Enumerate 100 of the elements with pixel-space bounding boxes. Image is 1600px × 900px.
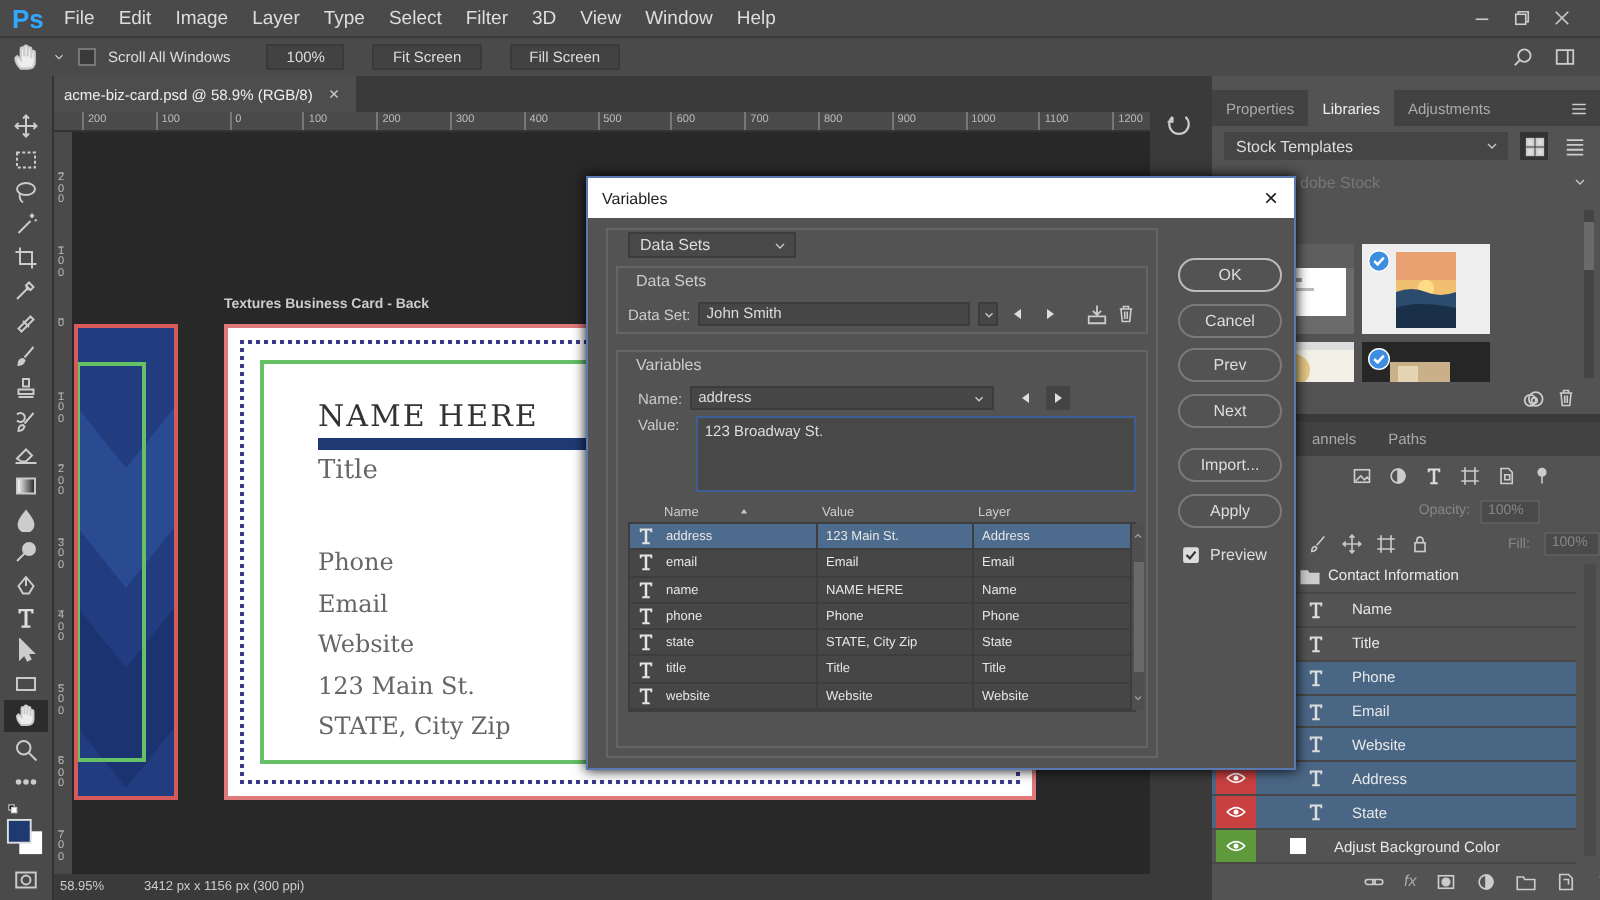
wand-icon [14, 212, 38, 237]
color-fill-thumbnail [1290, 838, 1306, 855]
dialog-button[interactable]: Prev [1178, 348, 1282, 382]
type-icon [14, 606, 38, 631]
type-icon [636, 685, 656, 706]
brush-icon[interactable] [1308, 534, 1328, 554]
cloud-icon[interactable] [1522, 387, 1544, 409]
card-title: Title [318, 456, 378, 488]
close-tab-button[interactable]: × [328, 84, 340, 104]
menu-icon[interactable] [1570, 99, 1588, 117]
type-icon [636, 552, 656, 573]
card-text: Website [318, 628, 415, 660]
import-icon[interactable] [1085, 303, 1108, 325]
type-icon [1306, 633, 1326, 654]
hand-icon [14, 704, 38, 729]
dialog-button[interactable]: OK [1178, 258, 1282, 292]
gradient-icon [14, 474, 38, 499]
mode-dropdown[interactable]: Data Sets [628, 232, 796, 258]
restore-icon[interactable] [1512, 8, 1532, 28]
dialog-button[interactable]: Apply [1178, 493, 1282, 527]
group-heading: Variables [636, 356, 704, 378]
visibility-toggle[interactable] [1216, 796, 1256, 829]
card-name: NAME HERE [318, 398, 539, 434]
scroll-up-icon[interactable] [1132, 530, 1144, 542]
right-triangle-icon [1042, 306, 1059, 322]
checkbox-label: Preview [1210, 546, 1267, 564]
eye-icon [1226, 836, 1246, 857]
trash-icon[interactable] [1556, 388, 1576, 408]
dialog-title: Variables [602, 189, 668, 207]
dialog-button[interactable]: Next [1178, 393, 1282, 427]
type-icon [1306, 701, 1326, 721]
menu-item[interactable]: Window [633, 7, 725, 29]
card-text: Phone [318, 546, 394, 578]
menu-item[interactable]: File [52, 7, 107, 29]
dialog-button[interactable]: Cancel [1178, 303, 1282, 337]
image-icon[interactable] [1352, 465, 1372, 485]
card-text: Email [318, 587, 388, 619]
menu-item[interactable]: Filter [453, 7, 520, 29]
menu-item[interactable]: Select [376, 7, 454, 29]
hand-icon[interactable] [12, 43, 40, 71]
scroll-down-icon[interactable] [1132, 692, 1144, 705]
stamp-icon [14, 376, 38, 401]
zoom-icon [14, 737, 38, 762]
frame-icon[interactable] [1376, 534, 1396, 554]
menu-item[interactable]: Layer [240, 7, 312, 29]
folder-icon[interactable] [1516, 871, 1537, 891]
next-button[interactable] [1046, 386, 1071, 410]
chevron-icon[interactable] [1572, 174, 1588, 190]
frame-icon[interactable] [1460, 465, 1480, 485]
type-icon [636, 579, 656, 600]
scrollbar[interactable] [1584, 210, 1594, 378]
card-text: 123 Main St. [318, 669, 475, 701]
checkbox[interactable] [78, 48, 96, 66]
caret-icon[interactable] [52, 50, 66, 64]
pin-icon[interactable] [1532, 465, 1552, 485]
default-colors-icon[interactable] [8, 804, 22, 819]
menu-item[interactable]: Image [163, 7, 241, 29]
type-icon [1306, 667, 1326, 688]
close-button[interactable]: × [1263, 184, 1278, 212]
brush-icon [14, 343, 38, 368]
menu-item[interactable]: Type [311, 7, 377, 29]
effects-button[interactable]: fx [1404, 872, 1417, 890]
menu-item[interactable]: Help [724, 7, 788, 29]
menu-item[interactable]: View [568, 7, 634, 29]
eyedropper-icon [14, 278, 38, 303]
lock-icon[interactable] [1410, 534, 1430, 554]
checkbox[interactable] [1182, 546, 1200, 564]
visibility-toggle[interactable] [1216, 830, 1256, 863]
chevron-icon [972, 391, 987, 405]
type-icon [636, 659, 656, 680]
dropdown-button[interactable] [978, 302, 999, 326]
type-icon [636, 606, 656, 627]
menu-item[interactable]: 3D [520, 7, 569, 29]
menu-item[interactable]: Edit [106, 7, 164, 29]
half-circle-icon[interactable] [1476, 871, 1497, 891]
document-icon[interactable] [1496, 465, 1516, 485]
mask-icon[interactable] [1436, 871, 1457, 891]
trash-icon[interactable] [1115, 304, 1136, 324]
move-icon [14, 114, 38, 139]
close-icon[interactable] [1552, 8, 1572, 28]
quick-mask-icon[interactable] [14, 868, 38, 893]
half-circle-icon[interactable] [1388, 465, 1408, 485]
card-text: STATE, City Zip [318, 710, 511, 742]
group-heading: Data Sets [636, 272, 709, 294]
grid-icon [1523, 135, 1545, 157]
color-swatches-icon[interactable] [6, 818, 44, 857]
new-layer-icon[interactable] [1556, 871, 1577, 891]
right-triangle-icon [1050, 390, 1067, 406]
library-dropdown[interactable]: Stock Templates [1224, 132, 1508, 160]
view-button[interactable] [1520, 132, 1548, 160]
type-icon[interactable] [1424, 465, 1444, 485]
search-icon[interactable] [1512, 46, 1534, 68]
type-icon [1306, 802, 1326, 823]
scrollbar[interactable] [1130, 524, 1144, 711]
move-icon[interactable] [1342, 534, 1362, 554]
workspace-icon[interactable] [1554, 46, 1576, 68]
tool-button[interactable] [4, 700, 48, 733]
dialog-button[interactable]: Import... [1178, 448, 1282, 482]
type-icon [636, 632, 656, 653]
type-icon [1306, 768, 1326, 789]
